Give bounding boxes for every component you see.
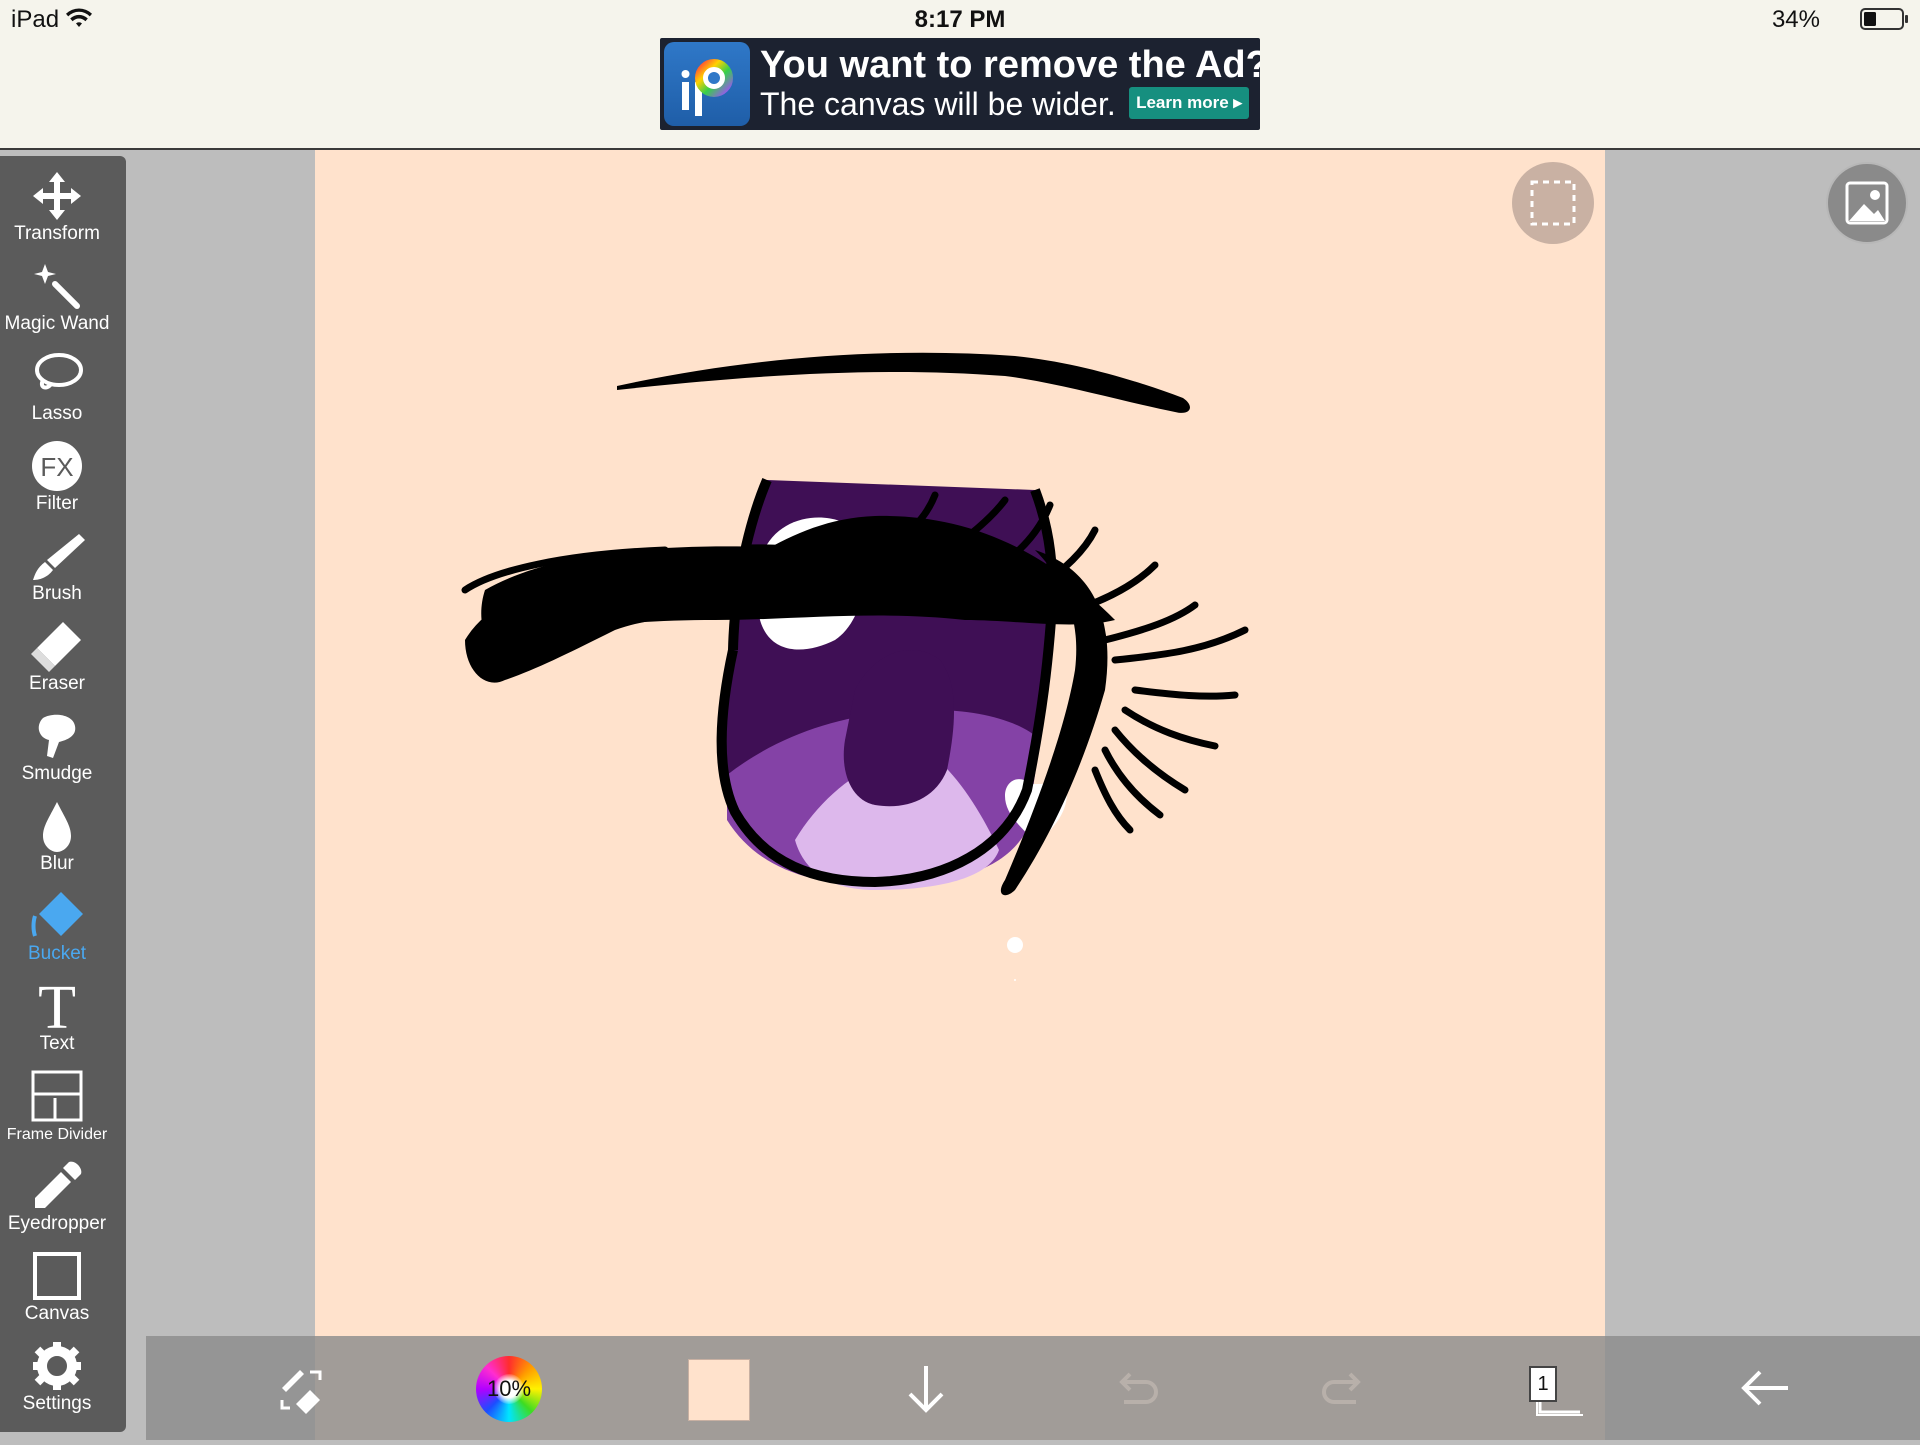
tool-eyedropper[interactable]: Eyedropper bbox=[0, 1154, 114, 1242]
brush-size-label: 10% bbox=[486, 1376, 532, 1401]
tool-bucket[interactable]: Bucket bbox=[0, 884, 114, 972]
play-triangle-icon: ▸ bbox=[1233, 93, 1242, 112]
status-time: 8:17 PM bbox=[914, 6, 1006, 33]
gear-icon bbox=[29, 1338, 85, 1394]
tool-transform[interactable]: Transform bbox=[0, 164, 114, 252]
selection-toggle-button[interactable] bbox=[1512, 162, 1594, 244]
drawing-canvas[interactable] bbox=[315, 150, 1605, 1440]
undo-icon bbox=[1119, 1372, 1158, 1404]
swap-brush-eraser-button[interactable] bbox=[250, 1336, 354, 1440]
arrow-down-icon bbox=[908, 1366, 944, 1413]
bucket-icon bbox=[29, 888, 85, 944]
tool-label: Eraser bbox=[29, 673, 85, 694]
magic-wand-icon bbox=[29, 258, 85, 314]
layer-count: 1 bbox=[1529, 1366, 1557, 1402]
top-bar: iPad 8:17 PM 34% You want to remove the … bbox=[0, 0, 1920, 150]
ad-headline: You want to remove the Ad? bbox=[760, 44, 1260, 86]
bottom-toolbar: 10% 1 bbox=[146, 1336, 1920, 1440]
lasso-icon bbox=[29, 348, 85, 404]
tool-canvas[interactable]: Canvas bbox=[0, 1244, 114, 1332]
tool-label: Canvas bbox=[24, 1303, 90, 1324]
svg-text:FX: FX bbox=[40, 452, 73, 482]
text-icon: T bbox=[29, 974, 85, 1042]
tool-settings[interactable]: Settings bbox=[0, 1334, 114, 1422]
eraser-icon bbox=[29, 618, 85, 674]
tool-blur[interactable]: Blur bbox=[0, 794, 114, 882]
tool-label: Magic Wand bbox=[4, 313, 110, 334]
tool-label: Bucket bbox=[27, 943, 87, 964]
battery-percent: 34% bbox=[1771, 6, 1820, 33]
ad-banner[interactable]: You want to remove the Ad? The canvas wi… bbox=[660, 38, 1260, 130]
tool-label: Brush bbox=[32, 583, 82, 604]
filter-fx-icon: FX bbox=[29, 438, 85, 494]
dashed-selection-icon bbox=[1530, 180, 1576, 226]
tool-filter[interactable]: FX Filter bbox=[0, 434, 114, 522]
tool-label: Smudge bbox=[21, 763, 93, 784]
brush-icon bbox=[29, 528, 85, 584]
eyedropper-icon bbox=[29, 1158, 85, 1214]
arrow-left-icon bbox=[1741, 1370, 1788, 1406]
ad-learn-more-label: Learn more bbox=[1136, 93, 1229, 112]
ad-subline: The canvas will be wider. bbox=[760, 86, 1116, 122]
tool-label: Transform bbox=[14, 223, 100, 244]
ad-learn-more-button[interactable]: Learn more ▸ bbox=[1129, 87, 1249, 119]
ibispaint-logo-icon bbox=[664, 42, 750, 126]
reference-image-button[interactable] bbox=[1826, 162, 1908, 244]
tool-smudge[interactable]: Smudge bbox=[0, 704, 114, 792]
back-button[interactable] bbox=[1714, 1336, 1818, 1440]
battery-icon bbox=[1860, 7, 1910, 36]
redo-icon bbox=[1322, 1372, 1361, 1404]
tool-label: Frame Divider bbox=[6, 1126, 108, 1143]
tool-label: Blur bbox=[40, 853, 74, 874]
tool-frame-divider[interactable]: Frame Divider bbox=[0, 1064, 114, 1152]
download-button[interactable] bbox=[874, 1336, 978, 1440]
current-color-swatch[interactable] bbox=[688, 1359, 750, 1421]
blur-drop-icon bbox=[29, 798, 85, 854]
tool-label: Filter bbox=[35, 493, 79, 514]
tool-label: Settings bbox=[22, 1393, 92, 1414]
transform-icon bbox=[29, 168, 85, 224]
redo-button[interactable] bbox=[1292, 1336, 1396, 1440]
tool-brush[interactable]: Brush bbox=[0, 524, 114, 612]
canvas-icon bbox=[29, 1248, 85, 1304]
tool-magic-wand[interactable]: Magic Wand bbox=[0, 254, 114, 342]
tool-lasso[interactable]: Lasso bbox=[0, 344, 114, 432]
image-icon bbox=[1845, 181, 1889, 225]
eye-artwork bbox=[461, 352, 1249, 981]
tool-label: Eyedropper bbox=[7, 1213, 107, 1234]
brush-eraser-swap-icon bbox=[280, 1370, 322, 1414]
svg-text:T: T bbox=[38, 978, 76, 1034]
frame-divider-icon bbox=[29, 1068, 85, 1124]
tool-label: Text bbox=[39, 1033, 75, 1054]
tool-label: Lasso bbox=[31, 403, 83, 424]
tool-text[interactable]: T Text bbox=[0, 974, 114, 1062]
tool-panel: Transform Magic Wand Lasso FX Filter Brush Era… bbox=[0, 156, 126, 1432]
tool-eraser[interactable]: Eraser bbox=[0, 614, 114, 702]
smudge-icon bbox=[29, 708, 85, 764]
undo-button[interactable] bbox=[1084, 1336, 1188, 1440]
